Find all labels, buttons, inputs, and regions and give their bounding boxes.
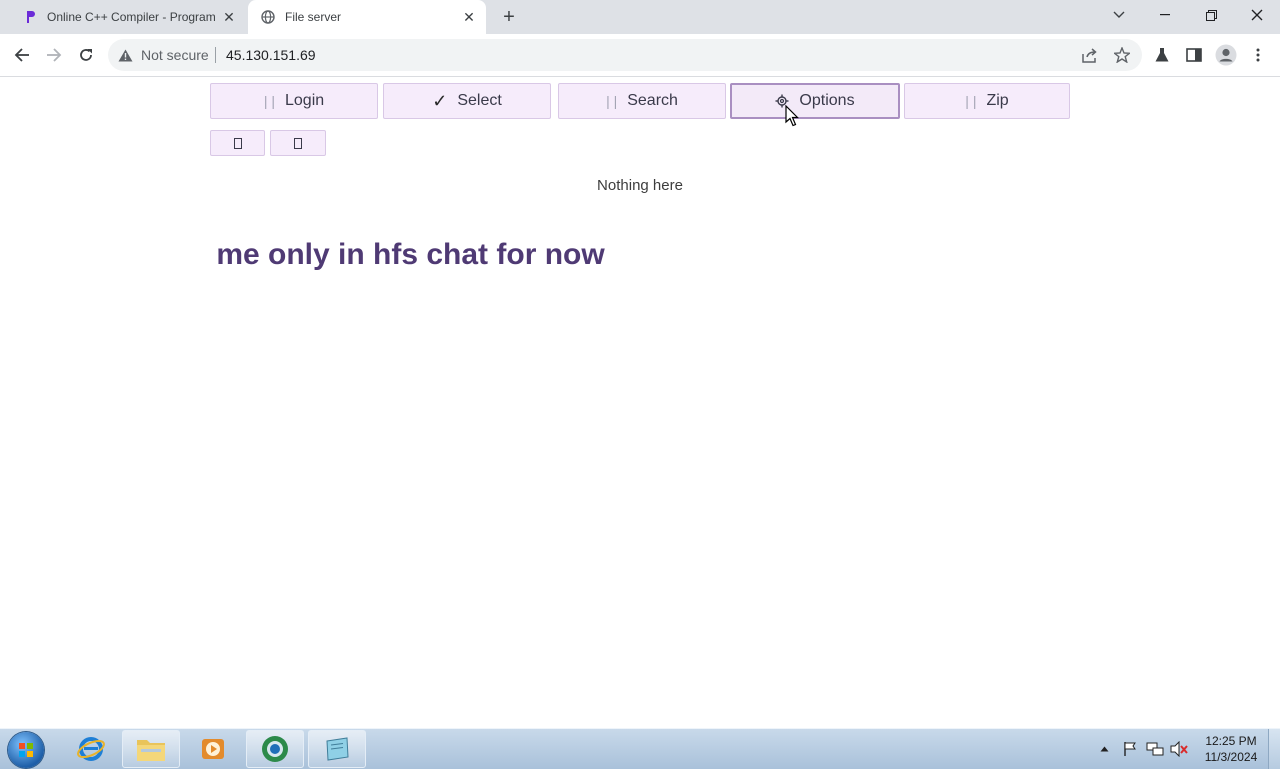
restore-button[interactable] (1188, 0, 1234, 30)
checkmark-icon: ✓ (432, 90, 448, 111)
security-label: Not secure (141, 47, 209, 63)
tab-strip: Online C++ Compiler - Program ✕ File ser… (0, 0, 1280, 34)
address-divider (215, 47, 216, 63)
search-label: Search (627, 92, 678, 109)
select-button[interactable]: ✓ Select (383, 83, 551, 119)
tab-close-icon[interactable]: ✕ (460, 8, 478, 26)
profile-avatar-icon[interactable] (1214, 43, 1238, 67)
file-explorer-icon[interactable] (122, 730, 180, 768)
announcement-marquee: : me only in hfs chat for now (210, 238, 1070, 282)
action-center-flag-icon[interactable] (1122, 729, 1138, 769)
view-toggle-button[interactable] (270, 130, 326, 156)
zip-label: Zip (986, 92, 1009, 109)
back-arrow-icon[interactable] (9, 42, 35, 68)
tab-title: File server (285, 10, 342, 24)
login-label: Login (285, 92, 325, 109)
show-hidden-icons-chevron-icon[interactable] (1100, 729, 1109, 769)
bookmark-star-icon[interactable] (1112, 45, 1132, 65)
tab-title: Online C++ Compiler - Program (47, 10, 216, 24)
security-indicator[interactable]: Not secure (118, 39, 209, 71)
reload-icon[interactable] (73, 42, 99, 68)
zip-button[interactable]: | | Zip (904, 83, 1070, 119)
tab-search-chevron-icon[interactable] (1096, 0, 1142, 30)
browser-toolbar: Not secure 45.130.151.69 (0, 34, 1280, 77)
start-button[interactable] (8, 732, 44, 768)
chrome-browser-icon[interactable] (246, 730, 304, 768)
show-desktop-button[interactable] (1268, 729, 1280, 769)
search-button[interactable]: | | Search (558, 83, 726, 119)
minimize-button[interactable] (1142, 0, 1188, 30)
empty-folder-message: Nothing here (597, 177, 683, 194)
internet-explorer-icon[interactable] (62, 730, 120, 768)
warning-triangle-icon (118, 49, 133, 62)
missing-glyph-icon (233, 137, 242, 149)
labs-flask-icon[interactable] (1150, 43, 1174, 67)
sort-toggle-button[interactable] (210, 130, 265, 156)
login-button[interactable]: | | Login (210, 83, 378, 119)
url-text[interactable]: 45.130.151.69 (226, 39, 316, 71)
tab-file-server[interactable]: File server ✕ (248, 0, 486, 34)
media-player-icon[interactable] (184, 730, 242, 768)
clock-time: 12:25 PM (1205, 734, 1257, 748)
kebab-menu-icon[interactable] (1246, 43, 1270, 67)
address-bar[interactable]: Not secure 45.130.151.69 (108, 39, 1142, 71)
forward-arrow-icon[interactable] (41, 42, 67, 68)
taskbar: 12:25 PM 11/3/2024 (0, 728, 1280, 769)
missing-glyph-icon (294, 137, 302, 149)
options-button[interactable]: Options (730, 83, 900, 119)
system-clock[interactable]: 12:25 PM 11/3/2024 (1194, 733, 1268, 765)
login-icon: | | (263, 93, 275, 109)
tab-online-cpp-compiler[interactable]: Online C++ Compiler - Program ✕ (8, 0, 246, 34)
search-icon: | | (606, 93, 618, 109)
notepad-icon[interactable] (308, 730, 366, 768)
zip-icon: | | (965, 93, 977, 109)
globe-icon (260, 9, 276, 25)
programiz-favicon-icon (22, 9, 38, 25)
new-tab-button[interactable]: + (498, 6, 520, 28)
select-label: Select (457, 92, 502, 109)
volume-muted-icon[interactable] (1170, 729, 1188, 769)
clock-date: 11/3/2024 (1204, 750, 1258, 764)
marquee-text: : me only in hfs chat for now (210, 238, 605, 271)
side-panel-icon[interactable] (1182, 43, 1206, 67)
share-icon[interactable] (1080, 45, 1100, 65)
mouse-cursor-icon (785, 104, 799, 132)
close-window-button[interactable] (1234, 0, 1280, 30)
network-icon[interactable] (1146, 729, 1164, 769)
tab-close-icon[interactable]: ✕ (220, 8, 238, 26)
options-label: Options (799, 92, 855, 109)
